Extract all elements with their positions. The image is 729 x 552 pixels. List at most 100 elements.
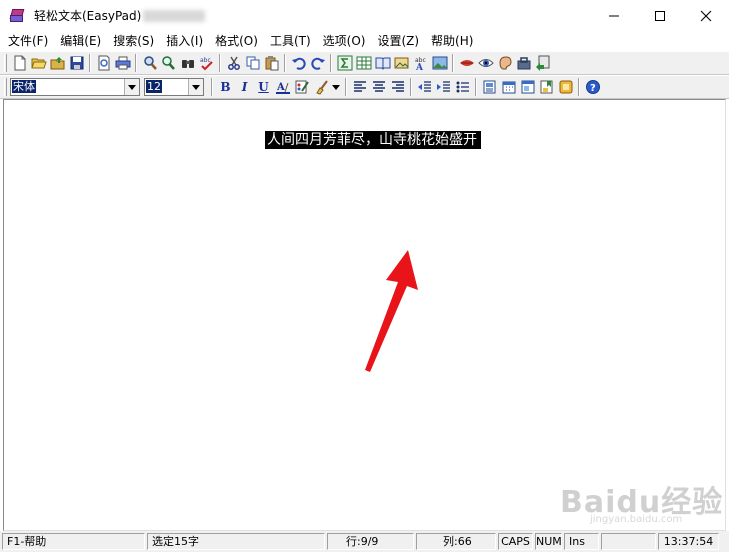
menu-help[interactable]: 帮助(H) xyxy=(425,31,479,51)
menu-tools[interactable]: 工具(T) xyxy=(264,31,317,51)
brush-icon xyxy=(315,80,328,95)
print-button[interactable] xyxy=(113,54,132,73)
paste-button[interactable] xyxy=(262,54,281,73)
replace-button[interactable] xyxy=(178,54,197,73)
save-button[interactable] xyxy=(67,54,86,73)
doc-style-button[interactable] xyxy=(480,78,499,97)
note-button[interactable] xyxy=(556,78,575,97)
open-file-button[interactable] xyxy=(29,54,48,73)
find-button[interactable] xyxy=(140,54,159,73)
copy-button[interactable] xyxy=(243,54,262,73)
decrease-indent-button[interactable] xyxy=(415,78,434,97)
window-button[interactable] xyxy=(518,78,537,97)
open-recent-button[interactable] xyxy=(48,54,67,73)
format-toolbar: 宋体 12 B I U A ? xyxy=(0,75,729,99)
italic-label: I xyxy=(241,80,248,94)
insert-sum-button[interactable] xyxy=(335,54,354,73)
copy-icon xyxy=(246,56,259,70)
toolbar-separator xyxy=(135,54,137,72)
underline-button[interactable]: U xyxy=(254,78,273,97)
status-line: 行:9/9 xyxy=(327,533,414,550)
highlight-button[interactable] xyxy=(311,78,330,97)
window-icon xyxy=(521,80,534,94)
increase-indent-button[interactable] xyxy=(434,78,453,97)
insert-image-button[interactable] xyxy=(392,54,411,73)
menu-settings[interactable]: 设置(Z) xyxy=(371,31,425,51)
paint-palette-icon xyxy=(295,80,309,94)
chevron-down-icon xyxy=(128,84,136,90)
insert-picture-button[interactable] xyxy=(430,54,449,73)
insert-table-button[interactable] xyxy=(354,54,373,73)
calendar-button[interactable] xyxy=(499,78,518,97)
font-size-select[interactable]: 12 xyxy=(144,78,204,96)
window-title: 轻松文本(EasyPad) xyxy=(34,9,142,23)
svg-text:?: ? xyxy=(590,83,596,94)
redo-button[interactable] xyxy=(308,54,327,73)
minimize-button[interactable] xyxy=(591,0,637,31)
toolbar-grip[interactable] xyxy=(4,54,7,72)
find-next-button[interactable] xyxy=(159,54,178,73)
bullets-button[interactable] xyxy=(453,78,472,97)
picture-frame-icon xyxy=(394,57,408,69)
red-arrow-icon xyxy=(365,250,418,372)
toolbar-separator xyxy=(219,54,221,72)
clipboard-icon xyxy=(265,56,278,71)
insert-symbol-button[interactable]: abc A xyxy=(411,54,430,73)
view-button[interactable] xyxy=(476,54,495,73)
print-preview-button[interactable] xyxy=(94,54,113,73)
status-bar: F1-帮助 选定15字 行:9/9 列:66 CAPS NUM Ins 13:3… xyxy=(0,531,729,552)
toolbar-separator xyxy=(330,54,332,72)
menu-insert[interactable]: 插入(I) xyxy=(160,31,209,51)
highlight-dropdown[interactable] xyxy=(330,78,342,97)
insert-book-button[interactable] xyxy=(373,54,392,73)
align-left-button[interactable] xyxy=(350,78,369,97)
bookmark-button[interactable] xyxy=(537,78,556,97)
align-center-button[interactable] xyxy=(369,78,388,97)
selected-text[interactable]: 人间四月芳菲尽，山寺桃花始盛开 xyxy=(265,131,481,149)
open-book-icon xyxy=(375,57,390,70)
spellcheck-icon: abc xyxy=(200,57,213,71)
menu-search[interactable]: 搜索(S) xyxy=(107,31,160,51)
new-file-button[interactable] xyxy=(10,54,29,73)
read-aloud-button[interactable] xyxy=(457,54,476,73)
toolbar-separator xyxy=(89,54,91,72)
binoculars-icon xyxy=(181,60,194,68)
bold-button[interactable]: B xyxy=(216,78,235,97)
bullet-list-icon xyxy=(456,81,469,93)
spellcheck-button[interactable]: abc xyxy=(197,54,216,73)
tools-button[interactable] xyxy=(514,54,533,73)
cut-button[interactable] xyxy=(224,54,243,73)
book-stack-icon[interactable] xyxy=(9,8,25,24)
status-help: F1-帮助 xyxy=(2,533,145,550)
toolbar-grip[interactable] xyxy=(4,78,7,96)
maximize-button[interactable] xyxy=(637,0,683,31)
help-button[interactable]: ? xyxy=(583,78,602,97)
toolbar-separator xyxy=(578,78,580,96)
format-painter-button[interactable] xyxy=(292,78,311,97)
status-selection: 选定15字 xyxy=(147,533,325,550)
menu-file[interactable]: 文件(F) xyxy=(2,31,54,51)
chevron-down-icon xyxy=(192,84,200,90)
svg-text:abc: abc xyxy=(200,57,211,64)
font-name-value: 宋体 xyxy=(12,80,36,93)
help-icon: ? xyxy=(585,80,600,94)
export-button[interactable] xyxy=(533,54,552,73)
menu-format[interactable]: 格式(O) xyxy=(209,31,264,51)
menu-options[interactable]: 选项(O) xyxy=(317,31,372,51)
font-color-button[interactable]: A xyxy=(273,78,292,97)
indent-icon xyxy=(436,81,450,92)
menu-edit[interactable]: 编辑(E) xyxy=(54,31,107,51)
printer-icon xyxy=(115,56,130,70)
align-right-button[interactable] xyxy=(388,78,407,97)
eye-icon xyxy=(477,59,494,67)
status-insert: Ins xyxy=(564,533,599,550)
italic-button[interactable]: I xyxy=(235,78,254,97)
undo-button[interactable] xyxy=(289,54,308,73)
close-button[interactable] xyxy=(683,0,729,31)
font-name-select[interactable]: 宋体 xyxy=(10,78,140,96)
menu-bar: 文件(F) 编辑(E) 搜索(S) 插入(I) 格式(O) 工具(T) 选项(O… xyxy=(0,31,729,51)
bookmark-page-icon xyxy=(540,80,552,94)
listen-button[interactable] xyxy=(495,54,514,73)
minimize-icon xyxy=(609,15,619,16)
new-file-icon xyxy=(14,55,25,71)
